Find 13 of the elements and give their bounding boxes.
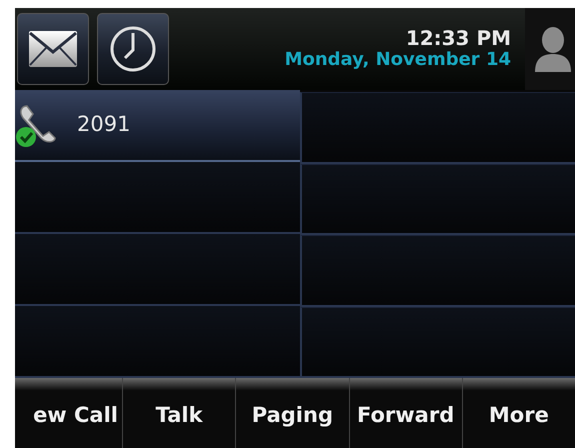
line-key[interactable]: 2091 — [15, 90, 300, 162]
date-text: Monday, November 14 — [284, 50, 511, 71]
softkey[interactable]: More — [462, 378, 575, 448]
clock-time: 12:33 PM — [404, 27, 511, 50]
softkey[interactable]: Forward — [350, 378, 463, 448]
clock-button[interactable] — [97, 13, 169, 85]
user-icon — [535, 26, 571, 72]
softkey[interactable]: ew Call — [15, 378, 123, 448]
clock-icon — [109, 25, 157, 73]
softkey[interactable]: Paging — [236, 378, 350, 448]
softkey[interactable]: Talk — [123, 378, 236, 448]
messages-button[interactable] — [17, 13, 89, 85]
envelope-icon — [28, 30, 78, 68]
